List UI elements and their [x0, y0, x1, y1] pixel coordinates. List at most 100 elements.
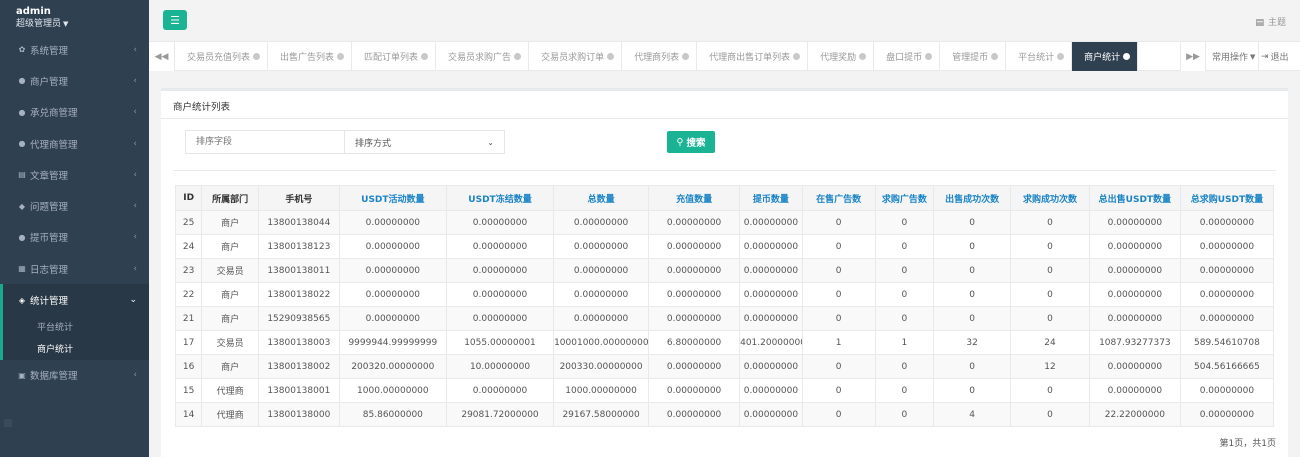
- table-cell: 1055.00000001: [445, 330, 555, 355]
- table-cell: 0: [801, 354, 876, 379]
- tab-1[interactable]: 交易员充值列表: [175, 42, 269, 71]
- table-cell: 交易员: [201, 258, 259, 283]
- sort-field-input[interactable]: [185, 130, 345, 154]
- table-cell: 0.00000000: [648, 258, 741, 283]
- column-header[interactable]: 总数量: [553, 185, 650, 211]
- table-cell: 0: [933, 258, 1012, 283]
- close-icon[interactable]: [337, 53, 345, 60]
- close-icon[interactable]: [859, 53, 867, 60]
- close-icon[interactable]: [1057, 53, 1065, 60]
- menu-toggle-button[interactable]: ☰: [163, 10, 187, 30]
- table-row: 21 商户 15290938565 0.00000000 0.00000000 0.000…: [174, 306, 1275, 331]
- column-header[interactable]: USDT活动数量: [338, 185, 447, 211]
- table-cell: 22: [174, 282, 203, 307]
- table-cell: 0: [1010, 402, 1090, 427]
- sidebar-item-8[interactable]: ▦ 日志管理 ‹: [0, 253, 149, 284]
- sidebar-item-5[interactable]: ▤ 文章管理 ‹: [0, 159, 149, 190]
- column-header[interactable]: 充值数量: [648, 185, 741, 211]
- table-cell: 13800138123: [257, 234, 340, 259]
- theme-link[interactable]: ▤ 主题: [1255, 15, 1286, 28]
- table-cell: 0.00000000: [445, 378, 555, 403]
- table-cell: 29081.72000000: [445, 402, 555, 427]
- user-icon: ●: [18, 107, 26, 117]
- table-cell: 1087.93277373: [1088, 330, 1181, 355]
- table-cell: 商户: [201, 210, 259, 235]
- tab-label: 匹配订单列表: [364, 53, 419, 63]
- tab-scroll-right-button[interactable]: ▶▶: [1180, 42, 1206, 71]
- sidebar-subitem-1[interactable]: 平台统计: [3, 316, 149, 338]
- column-header[interactable]: 总出售USDT数量: [1088, 185, 1181, 211]
- common-ops-label: 常用操作: [1212, 53, 1249, 63]
- sidebar-item-label: 提币管理: [30, 233, 69, 245]
- tab-7[interactable]: 代理商出售订单列表: [697, 42, 809, 71]
- table-cell: 6.80000000: [648, 330, 741, 355]
- caret-down-icon: ▼: [63, 20, 69, 28]
- sidebar-item-6[interactable]: ◆ 问题管理 ‹: [0, 190, 149, 221]
- close-icon[interactable]: [253, 53, 261, 60]
- close-icon[interactable]: [607, 53, 615, 60]
- close-icon[interactable]: [514, 53, 522, 60]
- tab-6[interactable]: 代理商列表: [622, 42, 698, 71]
- tab-8[interactable]: 代理奖励: [808, 42, 875, 71]
- tab-9[interactable]: 盘口提币: [874, 42, 941, 71]
- column-header: 所属部门: [201, 185, 259, 211]
- forward-icon: ▶▶: [1186, 51, 1200, 62]
- table-cell: 0: [874, 258, 935, 283]
- tab-2[interactable]: 出售广告列表: [268, 42, 353, 71]
- sort-order-value: 排序方式: [355, 138, 392, 149]
- column-header[interactable]: 求购成功次数: [1010, 185, 1090, 211]
- sidebar-nav: ✿ 系统管理 ‹ ● 商户管理 ‹ ● 承兑商管理 ‹ ● 代理商管理 ‹ ▤ 文章管理 ‹ ◆ 问题管理 ‹ ● 提…: [0, 34, 149, 391]
- sidebar-item-4[interactable]: ● 代理商管理 ‹: [0, 128, 149, 159]
- search-button[interactable]: ⚲ 搜索: [667, 131, 715, 153]
- column-header[interactable]: 求购广告数: [874, 185, 935, 211]
- close-icon[interactable]: [1123, 53, 1131, 60]
- table-cell: 13800138044: [257, 210, 340, 235]
- close-icon[interactable]: [421, 53, 429, 60]
- tab-scroll-left-button[interactable]: ◀◀: [149, 42, 175, 71]
- sidebar-item-10[interactable]: ▣ 数据库管理 ‹: [0, 360, 149, 391]
- sidebar-item-9[interactable]: ◈ 统计管理 ⌄: [0, 284, 149, 316]
- logout-link[interactable]: ⇥ 退出: [1261, 42, 1289, 71]
- column-header[interactable]: 总求购USDT数量: [1179, 185, 1275, 211]
- table-row: 22 商户 13800138022 0.00000000 0.00000000 0.000…: [174, 282, 1275, 307]
- sidebar-item-3[interactable]: ● 承兑商管理 ‹: [0, 97, 149, 128]
- sidebar-subitem-2[interactable]: 商户统计: [3, 338, 149, 360]
- sidebar-item-1[interactable]: ✿ 系统管理 ‹: [0, 34, 149, 65]
- table-cell: 0.00000000: [648, 210, 741, 235]
- table-cell: 代理商: [201, 402, 259, 427]
- table-cell: 13800138003: [257, 330, 340, 355]
- close-icon[interactable]: [925, 53, 933, 60]
- close-icon[interactable]: [682, 53, 690, 60]
- pagination-info: 第1页，共1页: [1219, 439, 1276, 449]
- column-header[interactable]: USDT冻结数量: [445, 185, 555, 211]
- close-icon[interactable]: [793, 53, 801, 60]
- column-header[interactable]: 提币数量: [739, 185, 803, 211]
- sidebar-item-7[interactable]: ● 提币管理 ‹: [0, 222, 149, 253]
- chevron-left-icon: ‹: [133, 75, 137, 86]
- table-cell: 0.00000000: [739, 354, 803, 379]
- tab-4[interactable]: 交易员求购广告: [436, 42, 530, 71]
- theme-icon: ▤: [1255, 18, 1264, 28]
- tab-label: 盘口提币: [886, 53, 923, 63]
- tab-12[interactable]: 商户统计: [1072, 42, 1139, 71]
- common-ops-dropdown[interactable]: 常用操作 ▼: [1206, 42, 1259, 71]
- table-row: 15 代理商 13800138001 1000.00000000 0.00000000 1…: [174, 378, 1275, 403]
- tab-11[interactable]: 平台统计: [1006, 42, 1073, 71]
- tab-10[interactable]: 管理提币: [940, 42, 1007, 71]
- user-role[interactable]: 超级管理员 ▼: [16, 18, 149, 30]
- menu-icon: ☰: [170, 13, 180, 27]
- table-cell: 0.00000000: [553, 258, 650, 283]
- user-icon: ●: [18, 76, 26, 86]
- column-header[interactable]: 出售成功次数: [933, 185, 1012, 211]
- table-cell: 10001000.00000000: [553, 330, 650, 355]
- column-header[interactable]: 在售广告数: [801, 185, 876, 211]
- tab-5[interactable]: 交易员求购订单: [529, 42, 623, 71]
- table-cell: 23: [174, 258, 203, 283]
- tab-3[interactable]: 匹配订单列表: [352, 42, 437, 71]
- sidebar-item-2[interactable]: ● 商户管理 ‹: [0, 65, 149, 96]
- user-profile[interactable]: admin 超级管理员 ▼: [0, 0, 149, 34]
- close-icon[interactable]: [991, 53, 999, 60]
- caret-down-icon: ▼: [1250, 52, 1256, 61]
- table-cell: 0.00000000: [338, 234, 447, 259]
- sort-order-select[interactable]: 排序方式 ⌄: [345, 130, 505, 154]
